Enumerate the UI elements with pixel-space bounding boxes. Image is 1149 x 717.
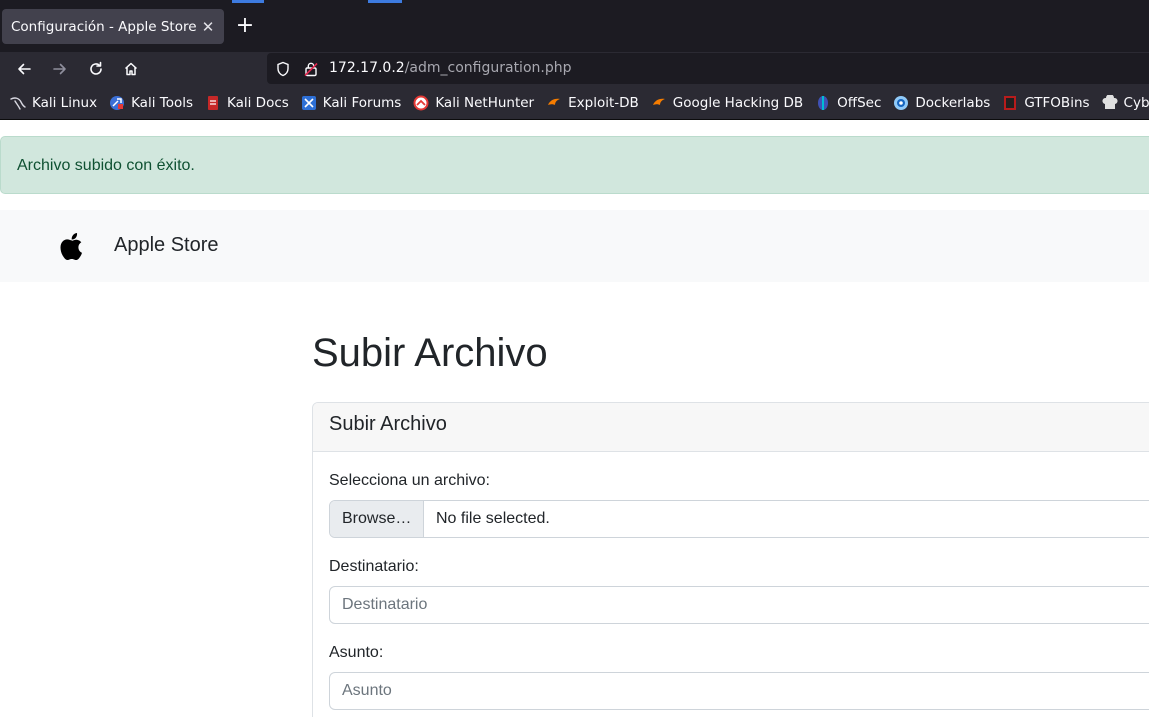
dockerlabs-icon — [893, 95, 909, 111]
bookmark-label: Kali NetHunter — [435, 94, 535, 111]
success-alert: Archivo subido con éxito. — [0, 136, 1149, 194]
file-label: Selecciona un archivo: — [329, 472, 490, 489]
url-path: /adm_configuration.php — [404, 60, 572, 76]
kali-tools-icon — [109, 95, 125, 111]
url-text[interactable]: 172.17.0.2/adm_configuration.php — [329, 60, 572, 76]
reload-button[interactable] — [84, 57, 108, 81]
tab-strip-accent — [368, 0, 402, 3]
subject-input[interactable]: Asunto — [329, 672, 1149, 710]
reload-icon — [90, 61, 102, 75]
browse-button[interactable]: Browse… — [330, 501, 424, 537]
bookmark-label: Dockerlabs — [915, 94, 991, 111]
gtfobins-icon — [1002, 95, 1018, 111]
kali-forums-icon — [301, 95, 317, 111]
bookmark-kali-docs[interactable]: Kali Docs — [205, 95, 289, 111]
bookmark-kali-nethunter[interactable]: Kali NetHunter — [413, 95, 534, 111]
cyberchef-icon — [1102, 94, 1118, 111]
bookmark-label: CyberChef — [1123, 94, 1149, 111]
active-tab[interactable]: Configuración - Apple Store ✕ — [2, 9, 224, 44]
apple-logo-icon[interactable] — [58, 230, 86, 262]
insecure-lock-icon[interactable] — [302, 60, 319, 77]
bookmark-exploit-db[interactable]: Exploit-DB — [546, 95, 639, 111]
close-tab-icon[interactable]: ✕ — [197, 18, 219, 36]
page-content: Archivo subido con éxito. Apple Store Su… — [0, 121, 1149, 717]
nethunter-icon — [413, 95, 429, 111]
file-input[interactable]: Browse… No file selected. — [329, 500, 1149, 538]
file-status-text: No file selected. — [436, 510, 550, 527]
bookmark-label: OffSec — [837, 94, 882, 111]
bookmark-google-hacking-db[interactable]: Google Hacking DB — [651, 95, 803, 111]
bookmark-kali-linux[interactable]: Kali Linux — [10, 95, 97, 111]
new-tab-button[interactable]: + — [233, 15, 257, 39]
url-host: 172.17.0.2 — [329, 60, 405, 76]
bookmark-gtfobins[interactable]: GTFOBins — [1002, 94, 1090, 111]
site-navbar: Apple Store — [0, 210, 1149, 282]
bookmark-dockerlabs[interactable]: Dockerlabs — [893, 95, 990, 111]
bookmark-label: Kali Docs — [227, 94, 289, 111]
card-header: Subir Archivo — [313, 403, 1149, 452]
bookmark-label: Kali Forums — [322, 94, 402, 111]
home-button[interactable] — [119, 57, 143, 81]
kali-docs-icon — [205, 95, 221, 111]
tab-strip-accent — [232, 0, 264, 3]
exploit-db-icon — [546, 95, 562, 111]
bookmark-label: Exploit-DB — [568, 94, 639, 111]
recipient-input[interactable]: Destinatario — [329, 586, 1149, 624]
back-arrow-icon — [18, 63, 31, 75]
tracking-protection-shield-icon[interactable] — [274, 60, 291, 77]
bookmark-kali-tools[interactable]: Kali Tools — [109, 95, 193, 111]
bookmark-label: GTFOBins — [1024, 94, 1090, 111]
bookmark-label: Google Hacking DB — [672, 94, 804, 111]
alert-message: Archivo subido con éxito. — [17, 157, 195, 174]
forward-arrow-icon — [53, 63, 66, 75]
tab-title: Configuración - Apple Store — [11, 18, 197, 35]
subject-label: Asunto: — [329, 644, 384, 661]
kali-dragon-icon — [10, 95, 26, 111]
bookmark-kali-forums[interactable]: Kali Forums — [301, 94, 402, 111]
forward-button[interactable] — [48, 57, 72, 81]
offsec-icon — [815, 95, 831, 111]
bookmark-cyberchef[interactable]: CyberChef — [1102, 94, 1149, 111]
upload-card: Subir Archivo Selecciona un archivo: Bro… — [312, 402, 1149, 717]
ghdb-icon — [651, 95, 667, 111]
bookmark-label: Kali Tools — [131, 94, 193, 111]
bookmarks-toolbar: Kali Linux Kali Tools Kali Docs Kali For… — [0, 86, 1149, 120]
page-title: Subir Archivo — [312, 331, 548, 375]
home-icon — [124, 62, 138, 76]
back-button[interactable] — [12, 57, 36, 81]
brand-name[interactable]: Apple Store — [114, 234, 219, 257]
recipient-label: Destinatario: — [329, 558, 419, 575]
bookmark-offsec[interactable]: OffSec — [815, 95, 881, 111]
address-bar[interactable]: 172.17.0.2/adm_configuration.php — [267, 53, 1149, 84]
tab-strip: Configuración - Apple Store ✕ + — [0, 0, 1149, 52]
bookmark-label: Kali Linux — [32, 94, 98, 111]
